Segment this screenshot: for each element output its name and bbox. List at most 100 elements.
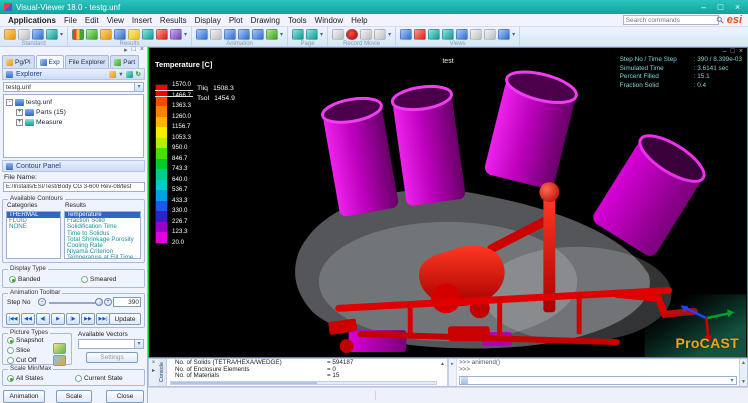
close-panel-button[interactable]: Close <box>106 390 144 403</box>
pan-icon[interactable] <box>442 29 454 40</box>
model-combo[interactable]: testg.unf ▾ <box>3 82 144 92</box>
tab-file-explorer[interactable]: File Explorer <box>65 55 109 68</box>
list-item[interactable]: NONE <box>7 224 60 230</box>
menu-tools[interactable]: Tools <box>284 16 311 25</box>
menu-view[interactable]: View <box>103 16 128 25</box>
collapse-icon[interactable]: - <box>6 99 13 106</box>
menu-display[interactable]: Display <box>191 16 225 25</box>
menu-insert[interactable]: Insert <box>128 16 156 25</box>
animation-more-icon[interactable]: ▾ <box>280 31 283 38</box>
dock-pin-icon[interactable]: ▸ <box>124 46 128 55</box>
play-button[interactable]: ▶ <box>51 313 65 325</box>
first-frame-icon[interactable] <box>210 29 222 40</box>
radio-current-state[interactable]: Current State <box>75 375 123 382</box>
dock-close-icon[interactable]: × <box>140 46 144 55</box>
rotate-view-icon[interactable] <box>428 29 440 40</box>
3d-model[interactable] <box>149 48 747 357</box>
zoom-icon[interactable] <box>470 29 482 40</box>
radio-all-states[interactable]: All States <box>7 375 43 382</box>
menu-applications[interactable]: Applications <box>4 16 60 25</box>
next-page-icon[interactable] <box>306 29 318 40</box>
zoom-area-icon[interactable] <box>484 29 496 40</box>
fast-back-button[interactable]: ◀◀ <box>21 313 35 325</box>
hotspot-icon[interactable] <box>156 29 168 40</box>
tab-explorer[interactable]: Exp <box>36 55 64 68</box>
expand-icon[interactable]: + <box>16 109 23 116</box>
fast-forward-button[interactable]: ▶▶ <box>81 313 95 325</box>
contour-icon[interactable] <box>72 29 84 40</box>
console-tab[interactable]: Console <box>158 359 167 386</box>
pause-icon[interactable] <box>360 29 372 40</box>
prev-frame-icon[interactable] <box>224 29 236 40</box>
command-vscrollbar[interactable]: ▲▼ <box>739 359 747 386</box>
annotate-icon[interactable] <box>414 29 426 40</box>
refresh-icon[interactable]: ↻ <box>136 70 141 78</box>
step-slider-track[interactable] <box>49 302 101 304</box>
viewport-minimize-icon[interactable]: – <box>723 48 727 55</box>
tree-item-root[interactable]: - testg.unf <box>6 97 141 107</box>
radio-slice[interactable]: Slice <box>7 347 30 354</box>
command-dropdown-icon[interactable]: ▾ <box>728 377 736 384</box>
radio-snapshot[interactable]: Snapshot <box>7 337 43 344</box>
axis-icon[interactable] <box>400 29 412 40</box>
fit-view-icon[interactable] <box>456 29 468 40</box>
step-value-field[interactable] <box>113 297 141 307</box>
command-history-icon[interactable] <box>461 377 468 384</box>
center-view-icon[interactable] <box>498 29 510 40</box>
radio-cutoff[interactable]: Cut Off <box>7 357 36 364</box>
animate-icon[interactable] <box>196 29 208 40</box>
results-more-icon[interactable]: ▾ <box>184 31 187 38</box>
scale-button[interactable]: Scale <box>56 390 92 403</box>
close-button[interactable]: × <box>731 1 744 13</box>
standard-more-icon[interactable]: ▾ <box>60 31 63 38</box>
last-step-button[interactable]: ▶▶| <box>96 313 110 325</box>
import-icon[interactable] <box>18 29 30 40</box>
filter-dropdown-icon[interactable]: ▾ <box>119 70 122 78</box>
vector-plot-icon[interactable] <box>100 29 112 40</box>
dock-float-icon[interactable]: □ <box>132 46 136 55</box>
cutoff-tool-button[interactable] <box>53 355 66 366</box>
search-icon[interactable] <box>716 16 724 24</box>
expand-icon[interactable]: + <box>16 119 23 126</box>
menu-results[interactable]: Results <box>156 16 191 25</box>
menu-plot[interactable]: Plot <box>225 16 247 25</box>
viewport-close-icon[interactable]: × <box>739 48 743 55</box>
console-pin-icon[interactable]: ▸ <box>152 367 155 374</box>
console-scroll-up-icon[interactable]: ▲ <box>439 361 446 367</box>
viewport-restore-icon[interactable]: □ <box>731 48 735 55</box>
step-minus-button[interactable]: − <box>38 298 46 306</box>
probe-icon[interactable] <box>142 29 154 40</box>
search-input[interactable] <box>624 17 716 24</box>
record-icon[interactable] <box>346 29 358 40</box>
menu-help[interactable]: Help <box>347 16 371 25</box>
record-more-icon[interactable]: ▾ <box>388 31 391 38</box>
play-icon[interactable] <box>238 29 250 40</box>
animation-button[interactable]: Animation <box>3 390 45 403</box>
console-output[interactable]: No. of Solids (TETRA/HEXA/WEDGE)= 594187… <box>167 359 447 386</box>
paste-icon[interactable] <box>46 29 58 40</box>
menu-edit[interactable]: Edit <box>81 16 103 25</box>
page-more-icon[interactable]: ▾ <box>320 31 323 38</box>
first-step-button[interactable]: |◀◀ <box>6 313 20 325</box>
command-console[interactable]: ▸ >>> animend() >>> ▾ ▲▼ <box>447 359 747 386</box>
tab-pg-pl[interactable]: Pg/Pl <box>2 55 35 68</box>
stop-icon[interactable] <box>374 29 386 40</box>
film-icon[interactable] <box>332 29 344 40</box>
tree-item-parts[interactable]: + Parts (15) <box>6 107 141 117</box>
step-plus-button[interactable]: + <box>104 298 112 306</box>
open-folder-icon[interactable] <box>4 29 16 40</box>
fringe-icon[interactable] <box>86 29 98 40</box>
update-button[interactable]: Update <box>109 313 141 325</box>
radio-banded[interactable]: Banded <box>9 276 40 283</box>
copy-icon[interactable] <box>32 29 44 40</box>
menu-window[interactable]: Window <box>311 16 347 25</box>
command-input[interactable]: ▾ <box>459 376 737 385</box>
radio-smeared[interactable]: Smeared <box>81 276 116 283</box>
step-forward-button[interactable]: |▶ <box>66 313 80 325</box>
tree-item-measure[interactable]: + Measure <box>6 117 141 127</box>
viewport-3d[interactable]: – □ × test Temperature [C] <box>148 47 748 358</box>
section-icon[interactable] <box>114 29 126 40</box>
console-hscrollbar[interactable] <box>170 381 437 385</box>
sort-icon[interactable] <box>126 71 133 78</box>
menu-drawing[interactable]: Drawing <box>247 16 284 25</box>
